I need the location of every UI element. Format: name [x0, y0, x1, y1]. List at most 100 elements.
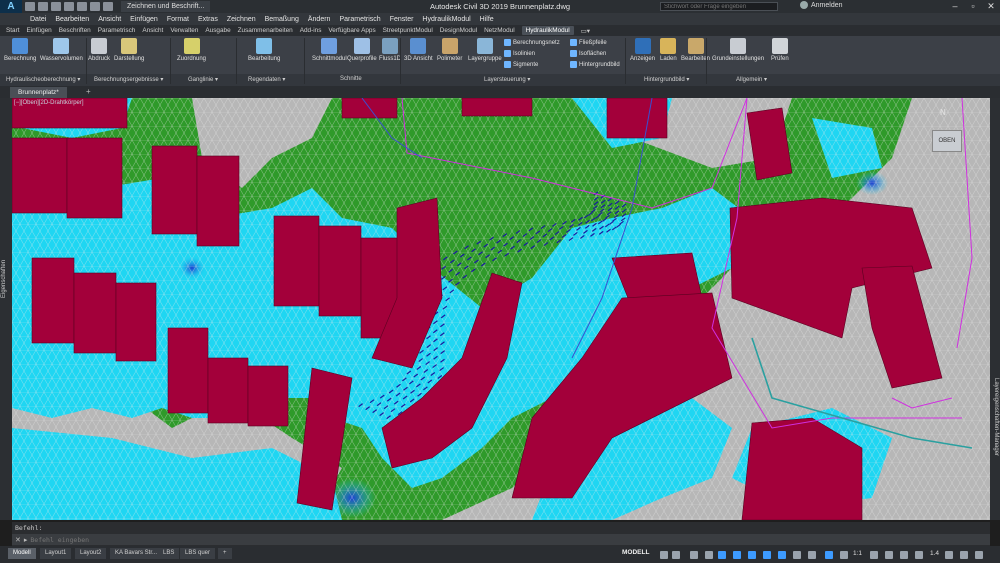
abdruck-button[interactable]: Abdruck	[88, 38, 110, 62]
menu-hilfe[interactable]: Hilfe	[480, 16, 494, 23]
quick-properties-icon[interactable]	[915, 551, 923, 559]
ribbon-group-label[interactable]: Hintergrundbild ▾	[644, 76, 689, 83]
login-button[interactable]: Anmelden	[800, 1, 843, 9]
tab-netzmodul[interactable]: NetzModul	[484, 27, 515, 34]
layout-tab-lbs[interactable]: LBS	[158, 548, 180, 559]
ribbon-group-label[interactable]: Allgemein ▾	[736, 76, 767, 83]
customization-icon[interactable]	[975, 551, 983, 559]
isodraft-icon[interactable]	[748, 551, 756, 559]
3dansicht-button[interactable]: 3D Ansicht	[404, 38, 433, 62]
menu-format[interactable]: Format	[167, 16, 189, 23]
berechnung-button[interactable]: Berechnung	[4, 38, 36, 62]
pruefen-button[interactable]: Prüfen	[771, 38, 789, 62]
command-close-icon[interactable]: ✕	[15, 536, 21, 544]
grundeinstellungen-button[interactable]: Grundeinstellungen	[712, 38, 764, 62]
add-layout-icon[interactable]: +	[218, 548, 232, 559]
units-icon[interactable]	[900, 551, 908, 559]
menu-extras[interactable]: Extras	[198, 16, 218, 23]
menu-ansicht[interactable]: Ansicht	[98, 16, 121, 23]
annotation-visibility-icon[interactable]	[825, 551, 833, 559]
tab-ansicht[interactable]: Ansicht	[142, 27, 163, 34]
save-as-icon[interactable]	[64, 2, 74, 11]
polar-icon[interactable]	[733, 551, 741, 559]
workspace-gear-icon[interactable]	[870, 551, 878, 559]
layergruppe-button[interactable]: Layergruppe	[468, 38, 502, 62]
drawing-canvas[interactable]: [−][Oben][2D-Drahtkörper] N OBEN	[12, 98, 990, 520]
layer-toggle-isoline[interactable]: Isolinien	[504, 50, 535, 57]
layout-tab-layout1[interactable]: Layout1	[40, 548, 72, 559]
open-file-icon[interactable]	[38, 2, 48, 11]
close-icon[interactable]: ✕	[982, 0, 1000, 12]
app-logo[interactable]: A	[0, 0, 22, 13]
hardware-acceleration-icon[interactable]	[960, 551, 968, 559]
osnap-tracking-icon[interactable]	[763, 551, 771, 559]
tab-beschriften[interactable]: Beschriften	[59, 27, 91, 34]
fluss1d-button[interactable]: Fluss1D	[379, 38, 401, 62]
tab-ausgabe[interactable]: Ausgabe	[205, 27, 230, 34]
layout-tab-lbs-quer[interactable]: LBS quer	[180, 548, 216, 559]
dynamic-input-icon[interactable]	[705, 551, 713, 559]
tab-verfuegbare-apps[interactable]: Verfügbare Apps	[328, 27, 375, 34]
menu-parametrisch[interactable]: Parametrisch	[339, 16, 380, 23]
lineweight-icon[interactable]	[793, 551, 801, 559]
ribbon-group-label[interactable]: Hydraulischeoberechnung ▾	[6, 76, 80, 83]
menu-zeichnen[interactable]: Zeichnen	[227, 16, 256, 23]
menu-bearbeiten[interactable]: Bearbeiten	[55, 16, 89, 23]
layer-toggle-isoarea[interactable]: Isoflächen	[570, 50, 606, 57]
menu-datei[interactable]: Datei	[30, 16, 46, 23]
layer-manager-palette[interactable]: Layereigenschaften-Manager	[990, 98, 1000, 520]
new-tab-icon[interactable]: +	[86, 87, 91, 96]
tab-einfuegen[interactable]: Einfügen	[27, 27, 52, 34]
properties-palette[interactable]: Eigenschaften	[0, 98, 12, 520]
layout-tab-modell[interactable]: Modell	[8, 548, 36, 559]
snap-icon[interactable]	[672, 551, 680, 559]
viewcube[interactable]: OBEN	[932, 130, 962, 152]
tab-designmodul[interactable]: DesignModul	[440, 27, 477, 34]
transparency-icon[interactable]	[808, 551, 816, 559]
menu-hydraulikmodul[interactable]: HydraulikModul	[422, 16, 470, 23]
minimize-icon[interactable]: –	[946, 0, 964, 12]
tab-parametrisch[interactable]: Parametrisch	[98, 27, 136, 34]
zoom-level[interactable]: 1.4	[930, 550, 939, 557]
bearbeitung-button[interactable]: Bearbeitung	[248, 38, 280, 62]
maximize-icon[interactable]: ▫	[964, 0, 982, 12]
tab-streetpunktmodul[interactable]: StreetpunktModul	[383, 27, 433, 34]
menu-aendern[interactable]: Ändern	[308, 16, 331, 23]
annotation-scale[interactable]: 1:1	[853, 550, 862, 557]
auto-scale-icon[interactable]	[840, 551, 848, 559]
tab-zusammenarbeiten[interactable]: Zusammenarbeiten	[238, 27, 293, 34]
save-icon[interactable]	[51, 2, 61, 11]
ribbon-group-label[interactable]: Ganglinie ▾	[188, 76, 218, 83]
menu-einfuegen[interactable]: Einfügen	[130, 16, 158, 23]
isolate-objects-icon[interactable]	[945, 551, 953, 559]
ribbon-group-label[interactable]: Schnitte	[340, 76, 362, 82]
polimeter-button[interactable]: Polimeter	[437, 38, 462, 62]
hydraulic-map[interactable]	[12, 98, 990, 520]
layout-tab-ka-bavars[interactable]: KA Bavars Str...	[110, 548, 163, 559]
ribbon-group-label[interactable]: Berechnungsergebnisse ▾	[94, 76, 163, 83]
annotation-monitor-icon[interactable]	[885, 551, 893, 559]
layout-tab-layout2[interactable]: Layout2	[75, 548, 107, 559]
layer-toggle-segment[interactable]: Sigmente	[504, 61, 538, 68]
schnittmodul-button[interactable]: Schnittmodul	[312, 38, 347, 62]
model-space-button[interactable]: MODELL	[622, 549, 649, 556]
print-icon[interactable]	[77, 2, 87, 11]
workspace-switcher[interactable]: Zeichnen und Beschrift...	[121, 1, 211, 12]
ribbon-options-icon[interactable]: ▭▾	[581, 27, 590, 35]
viewport-controls[interactable]: [−][Oben][2D-Drahtkörper]	[14, 100, 84, 106]
tab-hydraulikmodul[interactable]: HydraulikModul	[521, 26, 574, 35]
file-tab-brunnenplatz[interactable]: Brunnenplatz*	[10, 87, 67, 98]
new-file-icon[interactable]	[25, 2, 35, 11]
laden-button[interactable]: Laden	[660, 38, 677, 62]
tab-verwalten[interactable]: Verwalten	[170, 27, 198, 34]
menu-fenster[interactable]: Fenster	[390, 16, 414, 23]
ribbon-group-label[interactable]: Regendaten ▾	[248, 76, 285, 83]
osnap-icon[interactable]	[778, 551, 786, 559]
undo-icon[interactable]	[90, 2, 100, 11]
infer-constraints-icon[interactable]	[690, 551, 698, 559]
tab-add-ins[interactable]: Add-ins	[300, 27, 322, 34]
layer-toggle-flow-arrow[interactable]: Fließpfeile	[570, 39, 607, 46]
redo-icon[interactable]	[103, 2, 113, 11]
ortho-icon[interactable]	[718, 551, 726, 559]
layer-toggle-background-image[interactable]: Hintergrundbild	[570, 61, 620, 68]
